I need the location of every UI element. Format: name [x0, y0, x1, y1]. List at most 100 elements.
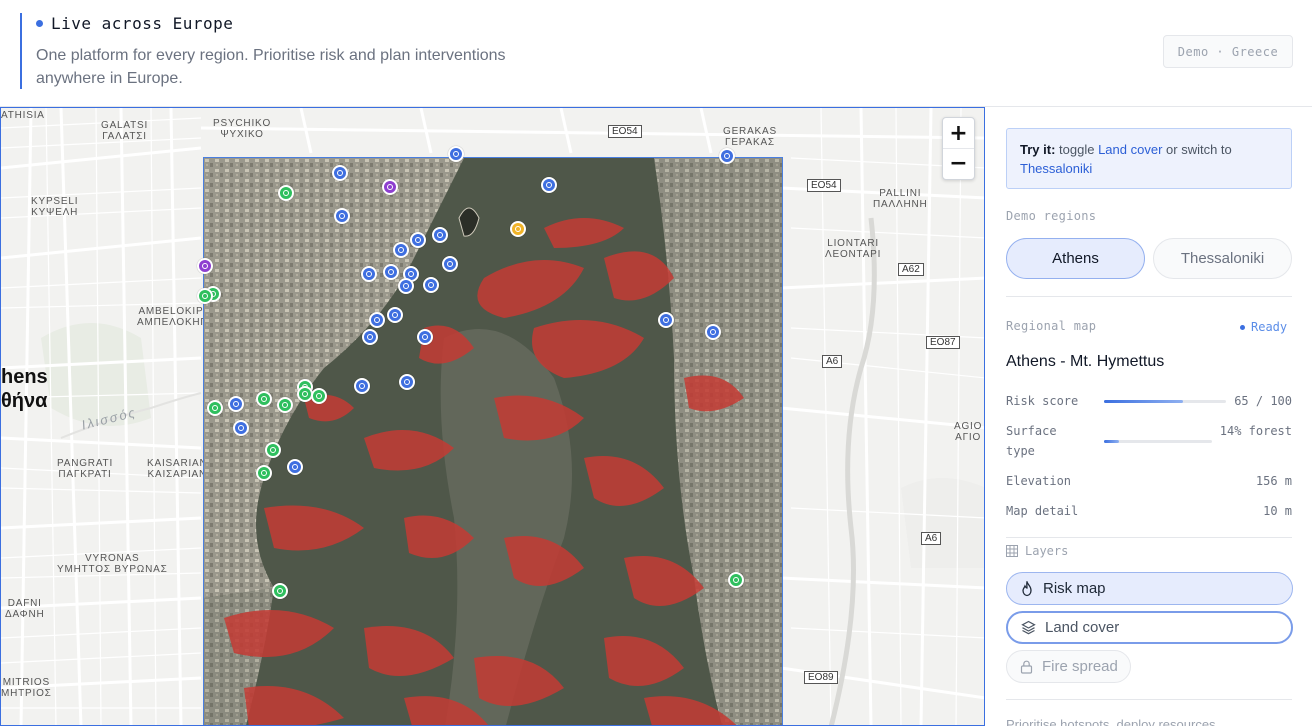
- metric-label: Risk score: [1006, 394, 1079, 408]
- surface-type-bar: [1104, 440, 1212, 443]
- layer-toggle-fire-spread[interactable]: Fire spread: [1006, 650, 1131, 683]
- marker-pin[interactable]: [398, 278, 414, 294]
- land-cover-link[interactable]: Land cover: [1098, 142, 1162, 157]
- marker-pin[interactable]: [417, 329, 433, 345]
- map-label: PSYCHIKO ΨΥΧΙΚΟ: [213, 118, 272, 140]
- map-label: ATHISIA: [1, 110, 45, 121]
- layer-label: Fire spread: [1042, 658, 1118, 675]
- marker-pin[interactable]: [393, 242, 409, 258]
- metric-value: 14% forest: [1219, 424, 1292, 438]
- zoom-out-button[interactable]: −: [943, 148, 974, 178]
- layers-label: Layers: [1025, 544, 1069, 558]
- zoom-control: + −: [942, 117, 975, 180]
- marker-pin[interactable]: [228, 396, 244, 412]
- marker-pin[interactable]: [705, 324, 721, 340]
- map-label: AGIO ΑΓΙΟ: [954, 421, 983, 443]
- marker-pin[interactable]: [265, 442, 281, 458]
- live-dot-icon: [36, 20, 43, 27]
- marker-pin[interactable]: [334, 208, 350, 224]
- metric-label: Surface type: [1006, 424, 1057, 458]
- marker-pin[interactable]: [383, 264, 399, 280]
- map-label: GERAKAS ΓΕΡΑΚΑΣ: [723, 126, 777, 148]
- marker-pin[interactable]: [197, 288, 213, 304]
- map-label: KAISARIAN ΚΑΙΣΑΡΙΑΝ: [147, 458, 208, 480]
- marker-pin[interactable]: [410, 232, 426, 248]
- page-header: Live across Europe One platform for ever…: [0, 0, 1312, 107]
- satellite-imagery: [204, 158, 782, 725]
- marker-pin[interactable]: [362, 329, 378, 345]
- try-it-prefix: Try it:: [1020, 142, 1056, 157]
- metric-map-detail: Map detail 10 m: [1006, 501, 1292, 521]
- marker-pin[interactable]: [272, 583, 288, 599]
- marker-pin[interactable]: [332, 165, 348, 181]
- marker-pin[interactable]: [387, 307, 403, 323]
- map-label: AMBELOKIPI ΑΜΠΕΛΟΚΗΠ: [137, 306, 209, 328]
- layer-toggle-risk-map[interactable]: Risk map: [1006, 572, 1293, 605]
- region-button-thessaloniki[interactable]: Thessaloniki: [1153, 238, 1292, 279]
- metric-value: 156 m: [1255, 474, 1292, 488]
- marker-pin[interactable]: [287, 459, 303, 475]
- marker-pin[interactable]: [311, 388, 327, 404]
- road-shield: EO87: [926, 336, 960, 349]
- marker-pin[interactable]: [399, 374, 415, 390]
- layers-icon: [1021, 620, 1036, 635]
- marker-pin[interactable]: [197, 258, 213, 274]
- metric-label: Map detail: [1006, 504, 1079, 518]
- try-it-text: toggle: [1059, 142, 1095, 157]
- marker-pin[interactable]: [448, 146, 464, 162]
- live-title: Live across Europe: [51, 14, 234, 33]
- live-status-row: Live across Europe: [36, 14, 233, 33]
- map-label: LIONTARI ΛΕΟΝΤΑΡΙ: [825, 238, 882, 260]
- thessaloniki-link[interactable]: Thessaloniki: [1020, 161, 1092, 176]
- map-label: MITRIOS ΜΗΤΡΙΟΣ: [1, 677, 52, 699]
- marker-pin[interactable]: [541, 177, 557, 193]
- marker-pin[interactable]: [719, 148, 735, 164]
- metric-risk-score: Risk score 65 / 100: [1006, 391, 1292, 411]
- demo-badge: Demo · Greece: [1163, 35, 1293, 68]
- divider: [1006, 699, 1292, 700]
- metric-elevation: Elevation 156 m: [1006, 471, 1292, 491]
- region-button-athens[interactable]: Athens: [1006, 238, 1145, 279]
- marker-pin[interactable]: [278, 185, 294, 201]
- marker-pin[interactable]: [382, 179, 398, 195]
- marker-pin[interactable]: [510, 221, 526, 237]
- marker-pin[interactable]: [369, 312, 385, 328]
- marker-pin[interactable]: [423, 277, 439, 293]
- zoom-in-button[interactable]: +: [943, 118, 974, 148]
- marker-pin[interactable]: [442, 256, 458, 272]
- metric-value: 10 m: [1263, 504, 1292, 518]
- map-label: GALATSI ΓΑΛΑΤΣΙ: [101, 120, 149, 142]
- road-shield: EO89: [804, 671, 838, 684]
- map-view[interactable]: ATHISIA GALATSI ΓΑΛΑΤΣΙ PSYCHIKO ΨΥΧΙΚΟ …: [0, 107, 985, 726]
- marker-pin[interactable]: [432, 227, 448, 243]
- metric-value: 65 / 100: [1234, 394, 1292, 408]
- status-badge: Ready: [1240, 320, 1287, 334]
- layer-label: Land cover: [1045, 619, 1120, 636]
- marker-pin[interactable]: [354, 378, 370, 394]
- layer-label: Risk map: [1043, 580, 1106, 597]
- marker-pin[interactable]: [256, 391, 272, 407]
- road-shield: A6: [921, 532, 942, 545]
- marker-pin[interactable]: [207, 400, 223, 416]
- map-label: DAFNI ΔΑΦΝΗ: [5, 598, 45, 620]
- demo-regions-label: Demo regions: [1006, 209, 1097, 223]
- map-label: PANGRATI ΠΑΓΚΡΑΤΙ: [57, 458, 114, 480]
- metric-label: Elevation: [1006, 474, 1072, 488]
- region-title: Athens - Mt. Hymettus: [1006, 353, 1165, 370]
- try-it-hint: Try it: toggle Land cover or switch to T…: [1006, 128, 1292, 189]
- road-shield: EO54: [807, 179, 841, 192]
- header-description: One platform for every region. Prioritis…: [36, 47, 506, 87]
- marker-pin[interactable]: [658, 312, 674, 328]
- layer-toggle-land-cover[interactable]: Land cover: [1006, 611, 1293, 644]
- marker-pin[interactable]: [233, 420, 249, 436]
- marker-pin[interactable]: [728, 572, 744, 588]
- try-it-text: or switch to: [1166, 142, 1232, 157]
- road-shield: A6: [822, 355, 843, 368]
- regional-map-label: Regional map: [1006, 319, 1097, 333]
- marker-pin[interactable]: [361, 266, 377, 282]
- map-label: KYPSELI ΚΥΨΕΛΗ: [31, 196, 79, 218]
- marker-pin[interactable]: [256, 465, 272, 481]
- header-accent-bar: [20, 13, 22, 89]
- marker-pin[interactable]: [277, 397, 293, 413]
- flame-icon: [1022, 580, 1032, 596]
